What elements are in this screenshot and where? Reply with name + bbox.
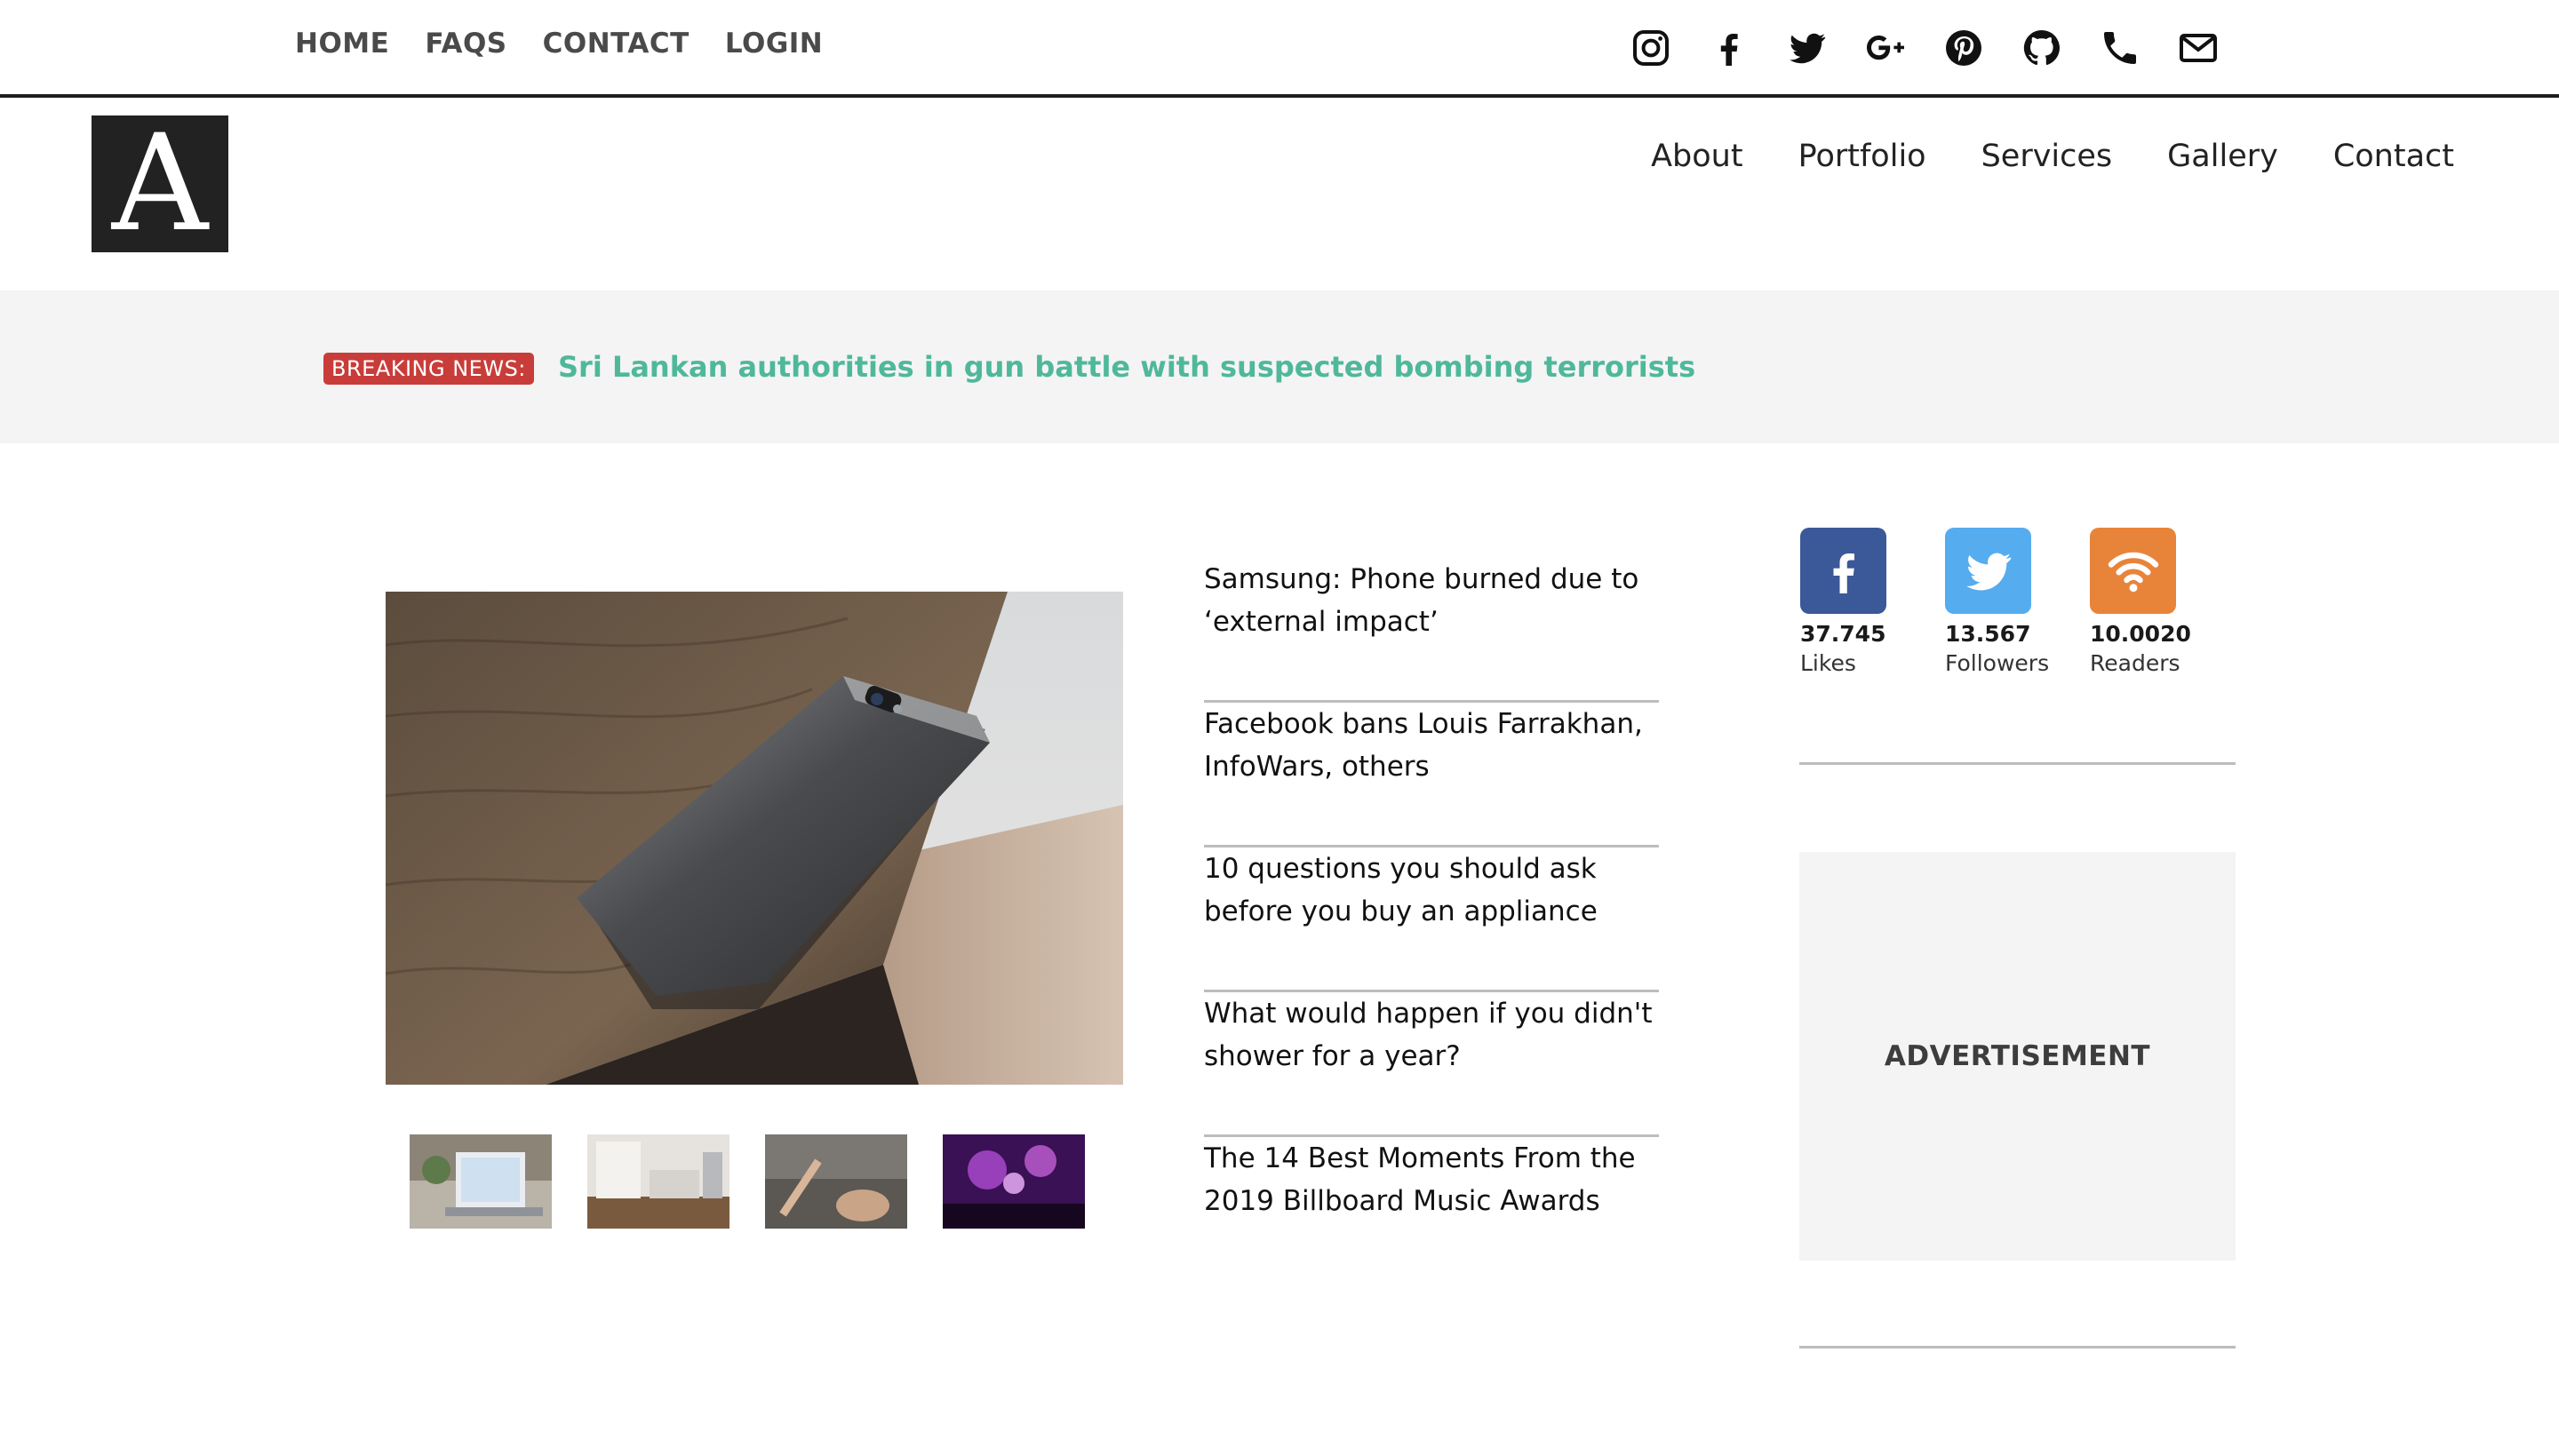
nav-about[interactable]: About — [1651, 139, 1742, 174]
thumbnail-bath[interactable] — [765, 1134, 907, 1229]
list-item: 10 questions you should ask before you b… — [1204, 847, 1659, 992]
list-item: What would happen if you didn't shower f… — [1204, 992, 1659, 1137]
top-nav: HOME FAQS CONTACT LOGIN — [295, 28, 823, 60]
nav-gallery[interactable]: Gallery — [2167, 139, 2278, 174]
article-link[interactable]: The 14 Best Moments From the 2019 Billbo… — [1204, 1137, 1659, 1222]
twitter-counter[interactable]: 13.567 Followers — [1945, 528, 2050, 676]
breaking-news-headline[interactable]: Sri Lankan authorities in gun battle wit… — [558, 350, 1695, 384]
social-counters: 37.745 Likes 13.567 Followers 10.0020 Re… — [1800, 528, 2191, 676]
facebook-counter[interactable]: 37.745 Likes — [1800, 528, 1886, 676]
nav-portfolio[interactable]: Portfolio — [1798, 139, 1926, 174]
facebook-icon[interactable] — [1708, 27, 1750, 69]
google-plus-icon[interactable] — [1864, 27, 1907, 69]
rss-counter[interactable]: 10.0020 Readers — [2090, 528, 2191, 676]
list-item: Samsung: Phone burned due to ‘external i… — [1204, 558, 1659, 703]
rss-count: 10.0020 — [2090, 621, 2191, 647]
main-nav: About Portfolio Services Gallery Contact — [1651, 139, 2454, 174]
thumbnail-kitchen[interactable] — [587, 1134, 729, 1229]
twitter-icon[interactable] — [1786, 27, 1829, 69]
nav-contact[interactable]: Contact — [2333, 139, 2454, 174]
list-item: The 14 Best Moments From the 2019 Billbo… — [1204, 1137, 1659, 1282]
facebook-icon[interactable] — [1800, 528, 1886, 614]
article-link[interactable]: What would happen if you didn't shower f… — [1204, 992, 1659, 1078]
thumbnail-concert[interactable] — [943, 1134, 1085, 1229]
top-nav-login[interactable]: LOGIN — [725, 28, 823, 60]
pinterest-icon[interactable] — [1942, 27, 1985, 69]
twitter-label: Followers — [1945, 650, 2050, 676]
thumbnail-strip — [410, 1134, 1085, 1229]
article-list: Samsung: Phone burned due to ‘external i… — [1204, 558, 1659, 1282]
top-nav-home[interactable]: HOME — [295, 28, 389, 60]
social-links — [1630, 27, 2220, 69]
site-logo[interactable]: A — [92, 115, 228, 252]
advertisement-box[interactable]: ADVERTISEMENT — [1799, 852, 2236, 1261]
list-item: Facebook bans Louis Farrakhan, InfoWars,… — [1204, 703, 1659, 847]
facebook-label: Likes — [1800, 650, 1856, 676]
featured-image[interactable] — [386, 592, 1123, 1085]
facebook-count: 37.745 — [1800, 621, 1886, 647]
rss-label: Readers — [2090, 650, 2180, 676]
nav-services[interactable]: Services — [1981, 139, 2113, 174]
thumbnail-laptop[interactable] — [410, 1134, 552, 1229]
github-icon[interactable] — [2021, 27, 2063, 69]
article-link[interactable]: 10 questions you should ask before you b… — [1204, 847, 1659, 933]
sidebar-divider — [1799, 1346, 2236, 1349]
twitter-icon[interactable] — [1945, 528, 2031, 614]
mail-icon[interactable] — [2177, 27, 2220, 69]
breaking-news-badge: BREAKING NEWS: — [323, 353, 534, 385]
article-link[interactable]: Facebook bans Louis Farrakhan, InfoWars,… — [1204, 703, 1659, 788]
article-link[interactable]: Samsung: Phone burned due to ‘external i… — [1204, 558, 1659, 643]
rss-icon[interactable] — [2090, 528, 2176, 614]
sidebar-divider — [1799, 762, 2236, 765]
phone-icon[interactable] — [2099, 27, 2141, 69]
twitter-count: 13.567 — [1945, 621, 2031, 647]
top-nav-contact[interactable]: CONTACT — [543, 28, 690, 60]
instagram-icon[interactable] — [1630, 27, 1672, 69]
top-nav-faqs[interactable]: FAQS — [425, 28, 506, 60]
